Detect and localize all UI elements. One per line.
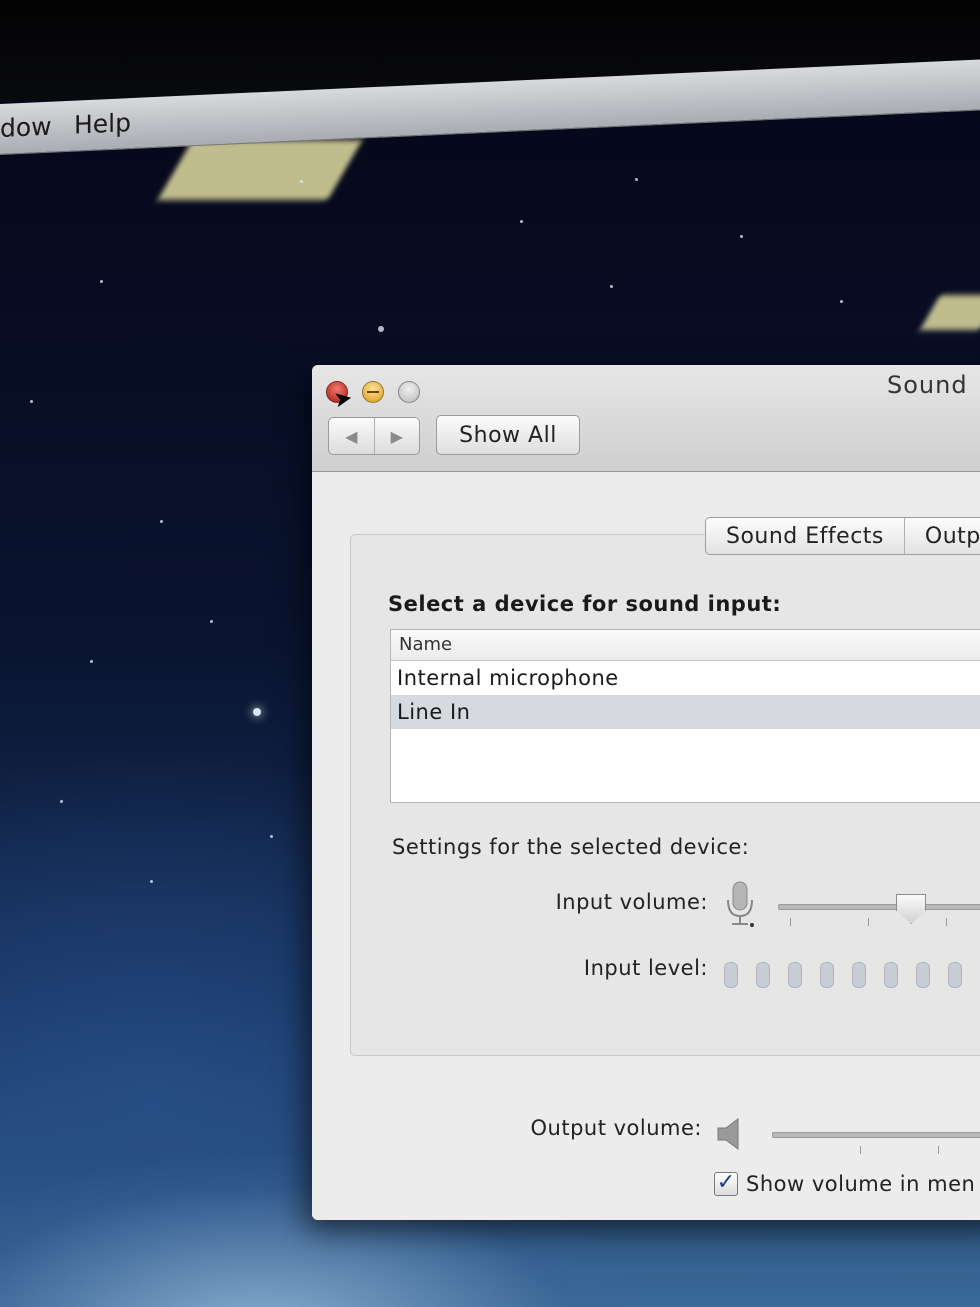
star [740, 235, 743, 238]
mouse-cursor-icon: ➤ [331, 385, 355, 414]
window-title: Sound [887, 371, 968, 399]
star [300, 180, 303, 183]
minimize-icon[interactable] [362, 381, 384, 403]
star [253, 708, 261, 716]
star [635, 178, 638, 181]
star [30, 400, 33, 403]
back-arrow-icon[interactable]: ◀ [329, 418, 375, 454]
star [160, 520, 163, 523]
input-level-segment [756, 962, 770, 988]
sound-preferences-window: ➤ Sound ◀ ▶ Show All Sound Effects Outp … [312, 365, 980, 1220]
device-row-line-in[interactable]: Line In [391, 695, 980, 729]
speaker-icon [717, 1118, 739, 1150]
input-volume-slider[interactable] [778, 904, 980, 910]
slider-tick [938, 1146, 939, 1154]
input-level-segment [820, 962, 834, 988]
tab-bar: Sound Effects Outp [705, 517, 980, 555]
star [150, 880, 153, 883]
show-volume-label: Show volume in men [746, 1172, 976, 1196]
star [378, 326, 384, 332]
slider-tick [868, 918, 869, 926]
star [270, 835, 273, 838]
input-level-segment [788, 962, 802, 988]
output-volume-slider[interactable] [772, 1132, 980, 1138]
input-level-segment [852, 962, 866, 988]
zoom-icon[interactable] [398, 381, 420, 403]
slider-tick [946, 918, 947, 926]
light-glare [919, 295, 980, 330]
star [520, 220, 523, 223]
input-device-heading: Select a device for sound input: [388, 592, 782, 616]
input-device-table: Name Internal microphone Line In [390, 629, 980, 803]
menu-item-help[interactable]: Help [74, 108, 131, 140]
star [90, 660, 93, 663]
input-level-meter [724, 962, 980, 988]
star [840, 300, 843, 303]
output-volume-label: Output volume: [530, 1116, 702, 1140]
menu-item-window[interactable]: dow [0, 112, 52, 143]
show-all-button[interactable]: Show All [436, 415, 580, 455]
device-row-internal-microphone[interactable]: Internal microphone [391, 661, 980, 695]
light-glare [157, 140, 363, 200]
checkmark-icon: ✓ [716, 1170, 736, 1195]
input-level-label: Input level: [583, 956, 708, 980]
slider-tick [860, 1146, 861, 1154]
title-bar: ➤ Sound ◀ ▶ Show All [312, 365, 980, 472]
tab-output[interactable]: Outp [903, 518, 980, 554]
input-level-segment [916, 962, 930, 988]
star [100, 280, 103, 283]
input-level-segment [724, 962, 738, 988]
settings-heading: Settings for the selected device: [392, 835, 750, 859]
microphone-icon [727, 881, 754, 927]
star [210, 620, 213, 623]
preferences-content: Sound Effects Outp Select a device for s… [312, 472, 980, 1220]
slider-tick [790, 918, 791, 926]
forward-arrow-icon[interactable]: ▶ [375, 418, 420, 454]
star [60, 800, 63, 803]
star [610, 285, 613, 288]
column-header-name[interactable]: Name [391, 630, 980, 661]
input-volume-label: Input volume: [555, 890, 708, 914]
input-level-segment [884, 962, 898, 988]
show-volume-checkbox[interactable]: ✓ [714, 1172, 738, 1196]
input-level-segment [948, 962, 962, 988]
tab-sound-effects[interactable]: Sound Effects [706, 518, 904, 554]
navigation-buttons: ◀ ▶ [328, 417, 420, 455]
